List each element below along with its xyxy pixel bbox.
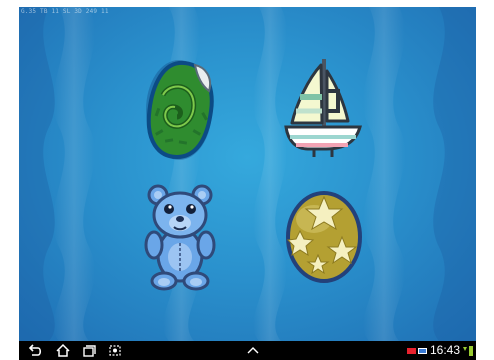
- battery-icon: [463, 346, 473, 356]
- recent-apps-icon[interactable]: [81, 343, 97, 358]
- chevron-up-icon[interactable]: [245, 343, 261, 358]
- water-wave-backdrop: [19, 7, 476, 341]
- sailboat-card[interactable]: [282, 57, 364, 161]
- debug-text: G.35 TB 11 SL 3D 249 11: [21, 8, 109, 15]
- clock: 16:43: [429, 343, 460, 357]
- home-icon[interactable]: [55, 343, 71, 358]
- screenshot-icon[interactable]: [107, 343, 123, 358]
- shell-card[interactable]: [143, 55, 217, 165]
- notification-icons: [407, 348, 427, 354]
- status-bar: G.35 TB 11 SL 3D 249 11: [19, 7, 476, 16]
- game-screen: [19, 7, 476, 341]
- teddy-bear-card[interactable]: [144, 183, 218, 291]
- navigation-bar: 16:43: [19, 341, 476, 360]
- star-ball-card[interactable]: [284, 189, 364, 285]
- back-icon[interactable]: [27, 343, 43, 358]
